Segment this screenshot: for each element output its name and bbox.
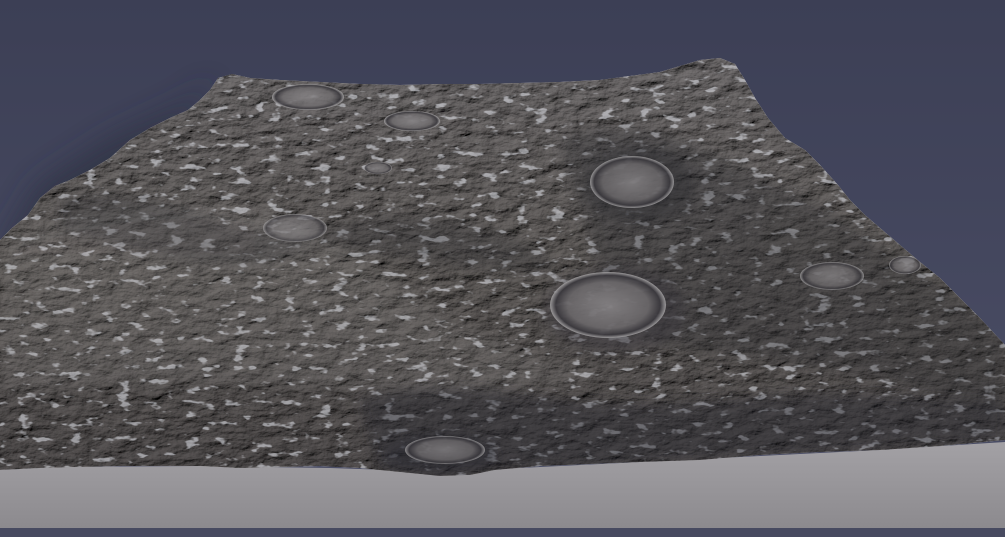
crater-top-center [384,111,440,131]
crater-large [545,268,685,352]
crater-small-center [364,162,392,174]
ground-plane-bottom-edge [0,528,1005,537]
crater-mountain [585,147,695,223]
terrain-render [0,0,1005,537]
crater-right [800,262,864,290]
viewport [0,0,1005,537]
crater-top-left [272,84,344,110]
crater-front [385,435,495,475]
